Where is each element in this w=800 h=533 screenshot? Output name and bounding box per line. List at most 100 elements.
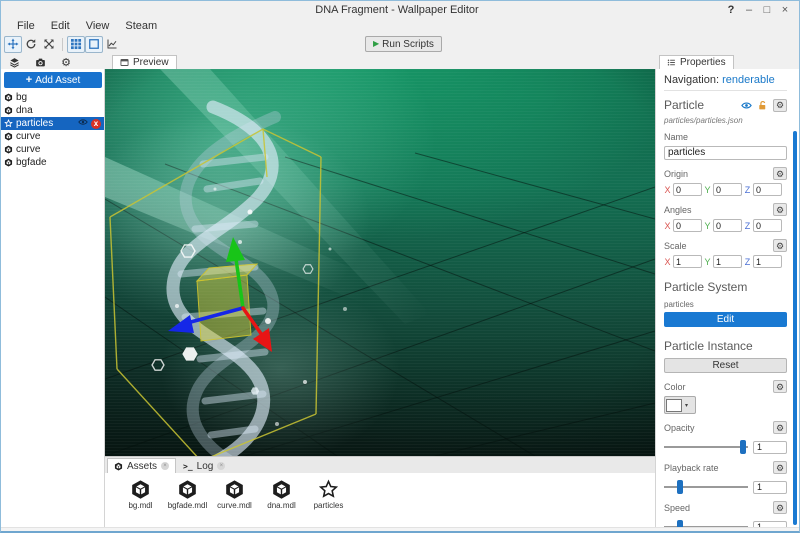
scale-x-input[interactable] — [673, 255, 702, 268]
reset-button[interactable]: Reset — [664, 358, 787, 373]
origin-z-input[interactable] — [753, 183, 782, 196]
dock-item-bg-mdl[interactable]: bg.mdl — [117, 479, 164, 527]
grid-icon — [70, 38, 82, 50]
window-title: DNA Fragment - Wallpaper Editor — [71, 4, 723, 16]
opacity-slider[interactable] — [664, 440, 748, 454]
gear-icon: ⚙ — [776, 241, 784, 251]
speed-value-input[interactable] — [753, 521, 787, 528]
color-picker[interactable]: ▾ — [664, 396, 696, 414]
run-scripts-label: Run Scripts — [382, 39, 434, 50]
screenshot-button[interactable] — [27, 57, 53, 68]
particle-settings-button[interactable]: ⚙ — [773, 99, 787, 112]
origin-settings-button[interactable]: ⚙ — [773, 167, 787, 180]
slider-handle[interactable] — [677, 520, 683, 527]
name-input[interactable] — [664, 146, 787, 160]
bottom-dock: Assets × >_ Log × bg.mdl — [105, 456, 655, 527]
run-scripts-button[interactable]: ▶ Run Scripts — [365, 36, 442, 52]
sidebar-item-particles[interactable]: particles x — [1, 117, 104, 130]
dock-item-curve-mdl[interactable]: curve.mdl — [211, 479, 258, 527]
origin-x-input[interactable] — [673, 183, 702, 196]
gear-icon: ⚙ — [776, 382, 784, 392]
sidebar-item-dna[interactable]: dna — [1, 104, 104, 117]
close-button[interactable]: × — [777, 4, 793, 16]
add-asset-button[interactable]: + Add Asset — [4, 72, 102, 88]
y-axis-label: Y — [704, 221, 711, 231]
sidebar-item-bg[interactable]: bg — [1, 91, 104, 104]
tab-preview[interactable]: Preview — [112, 55, 177, 69]
delete-asset-button[interactable]: x — [91, 119, 101, 129]
unlock-icon[interactable] — [757, 100, 768, 111]
tab-properties[interactable]: Properties — [659, 55, 734, 69]
move-tool-button[interactable] — [4, 36, 22, 53]
square-outline-icon — [88, 38, 100, 50]
cube-icon — [130, 479, 151, 500]
edit-button[interactable]: Edit — [664, 312, 787, 327]
playback-settings-button[interactable]: ⚙ — [773, 461, 787, 474]
menu-file[interactable]: File — [9, 20, 43, 32]
star-icon — [4, 119, 13, 128]
dock-tab-bar: Assets × >_ Log × — [105, 457, 655, 473]
close-icon[interactable]: × — [161, 462, 169, 470]
gear-icon: ⚙ — [776, 463, 784, 473]
settings-button[interactable]: ⚙ — [53, 56, 79, 69]
sidebar-item-bgfade[interactable]: bgfade — [1, 156, 104, 169]
asset-label: bgfade — [16, 157, 101, 168]
dock-item-bgfade-mdl[interactable]: bgfade.mdl — [164, 479, 211, 527]
scale-settings-button[interactable]: ⚙ — [773, 239, 787, 252]
dock-item-label: bg.mdl — [128, 501, 152, 510]
sidebar-item-curve[interactable]: curve — [1, 130, 104, 143]
menu-steam[interactable]: Steam — [117, 20, 165, 32]
scale-label: Scale — [664, 241, 687, 251]
eye-icon[interactable] — [741, 100, 752, 111]
refresh-icon — [25, 38, 37, 50]
menu-edit[interactable]: Edit — [43, 20, 78, 32]
scale-tool-button[interactable] — [40, 36, 58, 53]
tab-assets[interactable]: Assets × — [107, 458, 176, 473]
angles-y-input[interactable] — [713, 219, 742, 232]
gear-icon: ⚙ — [776, 169, 784, 179]
angles-x-input[interactable] — [673, 219, 702, 232]
layers-button[interactable] — [1, 57, 27, 68]
play-icon: ▶ — [373, 40, 379, 48]
minimize-button[interactable]: – — [741, 4, 757, 16]
grid-view-button[interactable] — [67, 36, 85, 53]
dock-item-label: curve.mdl — [217, 501, 252, 510]
slider-handle[interactable] — [740, 440, 746, 454]
sidebar-item-curve-2[interactable]: curve — [1, 143, 104, 156]
angles-z-input[interactable] — [753, 219, 782, 232]
speed-settings-button[interactable]: ⚙ — [773, 501, 787, 514]
playback-value-input[interactable] — [753, 481, 787, 494]
playback-rate-slider[interactable] — [664, 480, 748, 494]
scale-y-input[interactable] — [713, 255, 742, 268]
tab-assets-label: Assets — [127, 461, 157, 472]
dock-item-particles[interactable]: particles — [305, 479, 352, 527]
opacity-settings-button[interactable]: ⚙ — [773, 421, 787, 434]
visibility-toggle[interactable] — [78, 117, 88, 130]
angles-settings-button[interactable]: ⚙ — [773, 203, 787, 216]
single-view-button[interactable] — [85, 36, 103, 53]
dock-item-dna-mdl[interactable]: dna.mdl — [258, 479, 305, 527]
speed-slider[interactable] — [664, 520, 748, 527]
performance-graph-button[interactable] — [103, 36, 121, 53]
slider-handle[interactable] — [677, 480, 683, 494]
origin-y-input[interactable] — [713, 183, 742, 196]
gear-icon: ⚙ — [776, 100, 784, 110]
navigation-value[interactable]: renderable — [722, 74, 775, 86]
chart-icon — [106, 38, 118, 50]
opacity-value-input[interactable] — [753, 441, 787, 454]
preview-viewport[interactable] — [105, 69, 655, 456]
help-button[interactable]: ? — [723, 4, 739, 16]
tab-log[interactable]: >_ Log × — [176, 458, 232, 473]
tab-log-label: Log — [197, 461, 214, 472]
properties-scrollbar[interactable] — [793, 131, 797, 525]
title-bar: DNA Fragment - Wallpaper Editor ? – □ × — [1, 1, 799, 18]
cube-icon — [4, 93, 13, 102]
scale-z-input[interactable] — [753, 255, 782, 268]
menu-view[interactable]: View — [78, 20, 118, 32]
gear-icon: ⚙ — [776, 503, 784, 513]
color-settings-button[interactable]: ⚙ — [773, 380, 787, 393]
close-icon[interactable]: × — [217, 462, 225, 470]
refresh-tool-button[interactable] — [22, 36, 40, 53]
maximize-button[interactable]: □ — [759, 4, 775, 16]
layers-icon — [9, 57, 20, 68]
